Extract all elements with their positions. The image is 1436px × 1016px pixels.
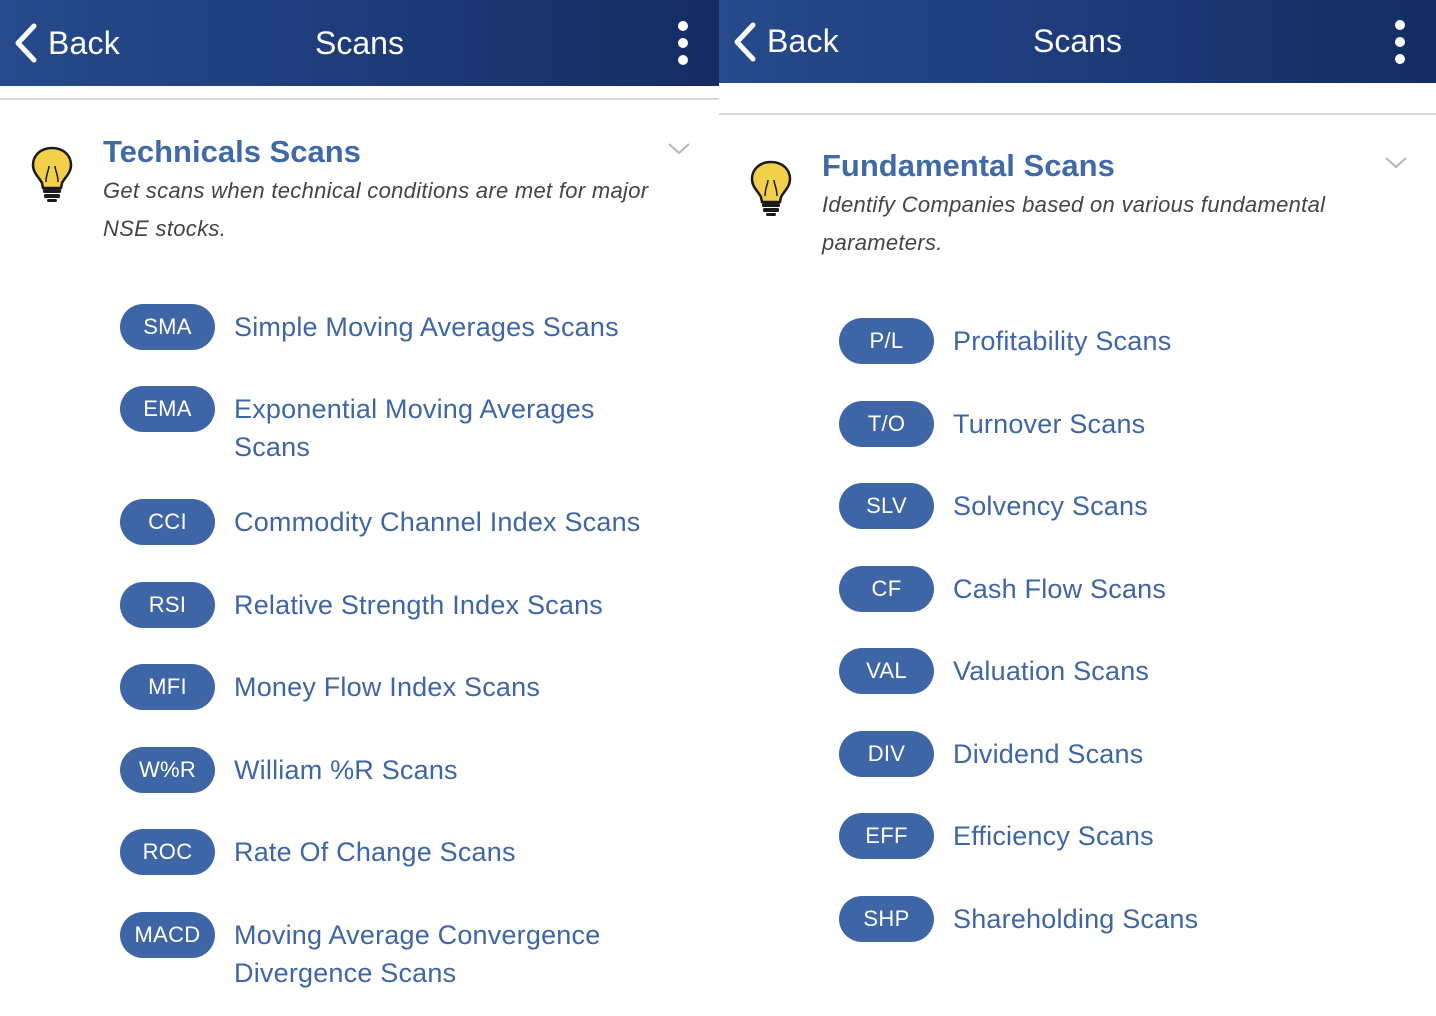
chevron-left-icon bbox=[15, 23, 37, 63]
list-item-cci[interactable]: CCI Commodity Channel Index Scans bbox=[120, 499, 699, 545]
scan-label: Moving Average Convergence Divergence Sc… bbox=[234, 920, 601, 988]
list-item-rsi[interactable]: RSI Relative Strength Index Scans bbox=[120, 582, 699, 628]
scan-label: Simple Moving Averages Scans bbox=[234, 312, 619, 342]
scan-label: Relative Strength Index Scans bbox=[234, 590, 604, 620]
scan-label: Efficiency Scans bbox=[953, 821, 1154, 851]
section-description: Identify Companies based on various fund… bbox=[822, 192, 1326, 255]
section-text: Technicals Scans Get scans when technica… bbox=[103, 134, 649, 248]
scan-badge: SMA bbox=[120, 304, 215, 350]
header-divider bbox=[0, 98, 719, 100]
lightbulb-icon bbox=[31, 146, 73, 202]
list-item-efficiency[interactable]: EFF Efficiency Scans bbox=[839, 813, 1416, 859]
scan-badge: SLV bbox=[839, 483, 934, 529]
screens-container: Back Scans Technicals Scans Get scans wh… bbox=[0, 0, 1436, 1016]
technicals-scans-screen: Back Scans Technicals Scans Get scans wh… bbox=[0, 0, 719, 1016]
list-item-dividend[interactable]: DIV Dividend Scans bbox=[839, 731, 1416, 777]
list-item-mfi[interactable]: MFI Money Flow Index Scans bbox=[120, 664, 699, 710]
scan-label: Profitability Scans bbox=[953, 326, 1172, 356]
chevron-down-icon[interactable] bbox=[1384, 156, 1408, 170]
scan-label: William %R Scans bbox=[234, 755, 458, 785]
scan-badge: P/L bbox=[839, 318, 934, 364]
list-item-valuation[interactable]: VAL Valuation Scans bbox=[839, 648, 1416, 694]
list-item-solvency[interactable]: SLV Solvency Scans bbox=[839, 483, 1416, 529]
scan-badge: MACD bbox=[120, 912, 215, 958]
section-text: Fundamental Scans Identify Companies bas… bbox=[822, 148, 1366, 262]
section-title: Technicals Scans bbox=[103, 134, 361, 169]
chevron-down-icon[interactable] bbox=[667, 142, 691, 156]
list-item-sma[interactable]: SMA Simple Moving Averages Scans bbox=[120, 304, 699, 350]
list-item-roc[interactable]: ROC Rate Of Change Scans bbox=[120, 829, 699, 875]
list-item-wr[interactable]: W%R William %R Scans bbox=[120, 747, 699, 793]
scan-badge: CCI bbox=[120, 499, 215, 545]
back-button[interactable]: Back bbox=[733, 0, 839, 83]
scan-badge: ROC bbox=[120, 829, 215, 875]
scan-badge: T/O bbox=[839, 401, 934, 447]
scan-label: Rate Of Change Scans bbox=[234, 837, 516, 867]
scan-badge: MFI bbox=[120, 664, 215, 710]
scan-label: Commodity Channel Index Scans bbox=[234, 507, 641, 537]
list-item-turnover[interactable]: T/O Turnover Scans bbox=[839, 401, 1416, 447]
back-label: Back bbox=[767, 23, 839, 59]
page-title: Scans bbox=[315, 24, 404, 61]
list-item-macd[interactable]: MACD Moving Average Convergence Divergen… bbox=[120, 912, 699, 992]
lightbulb-icon bbox=[750, 160, 792, 216]
section-description: Get scans when technical conditions are … bbox=[103, 178, 649, 241]
more-vertical-icon[interactable] bbox=[1390, 0, 1410, 83]
back-button[interactable]: Back bbox=[14, 0, 120, 86]
scan-badge: VAL bbox=[839, 648, 934, 694]
back-label: Back bbox=[48, 24, 120, 61]
header-divider bbox=[719, 113, 1436, 115]
list-item-profitability[interactable]: P/L Profitability Scans bbox=[839, 318, 1416, 364]
scan-badge: DIV bbox=[839, 731, 934, 777]
scan-label: Exponential Moving Averages Scans bbox=[234, 394, 595, 462]
navigation-bar: Back Scans bbox=[0, 0, 719, 86]
chevron-left-icon bbox=[734, 22, 756, 61]
more-vertical-icon[interactable] bbox=[673, 0, 693, 86]
list-item-cash-flow[interactable]: CF Cash Flow Scans bbox=[839, 566, 1416, 612]
scan-label: Dividend Scans bbox=[953, 739, 1144, 769]
list-item-shareholding[interactable]: SHP Shareholding Scans bbox=[839, 896, 1416, 942]
fundamental-scans-screen: Back Scans Fundamental Scans Identify Co… bbox=[719, 0, 1436, 1016]
scan-badge: W%R bbox=[120, 747, 215, 793]
navigation-bar: Back Scans bbox=[719, 0, 1436, 83]
scan-label: Solvency Scans bbox=[953, 491, 1148, 521]
scan-label: Money Flow Index Scans bbox=[234, 672, 541, 702]
scan-label: Turnover Scans bbox=[953, 409, 1146, 439]
page-title: Scans bbox=[1033, 23, 1122, 59]
scan-badge: RSI bbox=[120, 582, 215, 628]
scan-label: Shareholding Scans bbox=[953, 904, 1199, 934]
scan-label: Valuation Scans bbox=[953, 656, 1150, 686]
scan-badge: EFF bbox=[839, 813, 934, 859]
section-title: Fundamental Scans bbox=[822, 148, 1115, 183]
list-item-ema[interactable]: EMA Exponential Moving Averages Scans bbox=[120, 386, 699, 466]
scan-badge: EMA bbox=[120, 386, 215, 432]
scan-label: Cash Flow Scans bbox=[953, 574, 1167, 604]
scan-badge: CF bbox=[839, 566, 934, 612]
scan-badge: SHP bbox=[839, 896, 934, 942]
